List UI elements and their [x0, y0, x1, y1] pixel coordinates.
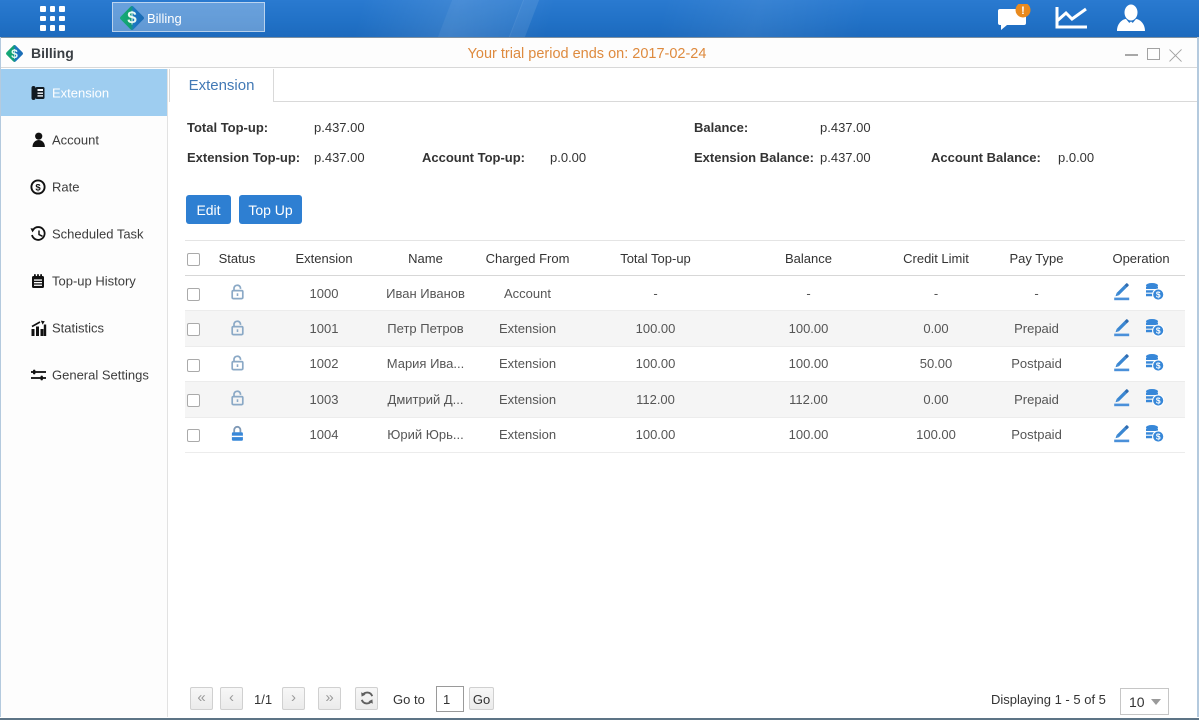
svg-text:!: !	[1021, 5, 1025, 17]
svg-text:$: $	[1155, 325, 1160, 335]
svg-text:$: $	[1155, 361, 1160, 371]
svg-text:$: $	[35, 182, 41, 193]
svg-text:$: $	[1155, 290, 1160, 300]
svg-text:$: $	[1155, 431, 1160, 441]
svg-text:$: $	[1155, 396, 1160, 406]
